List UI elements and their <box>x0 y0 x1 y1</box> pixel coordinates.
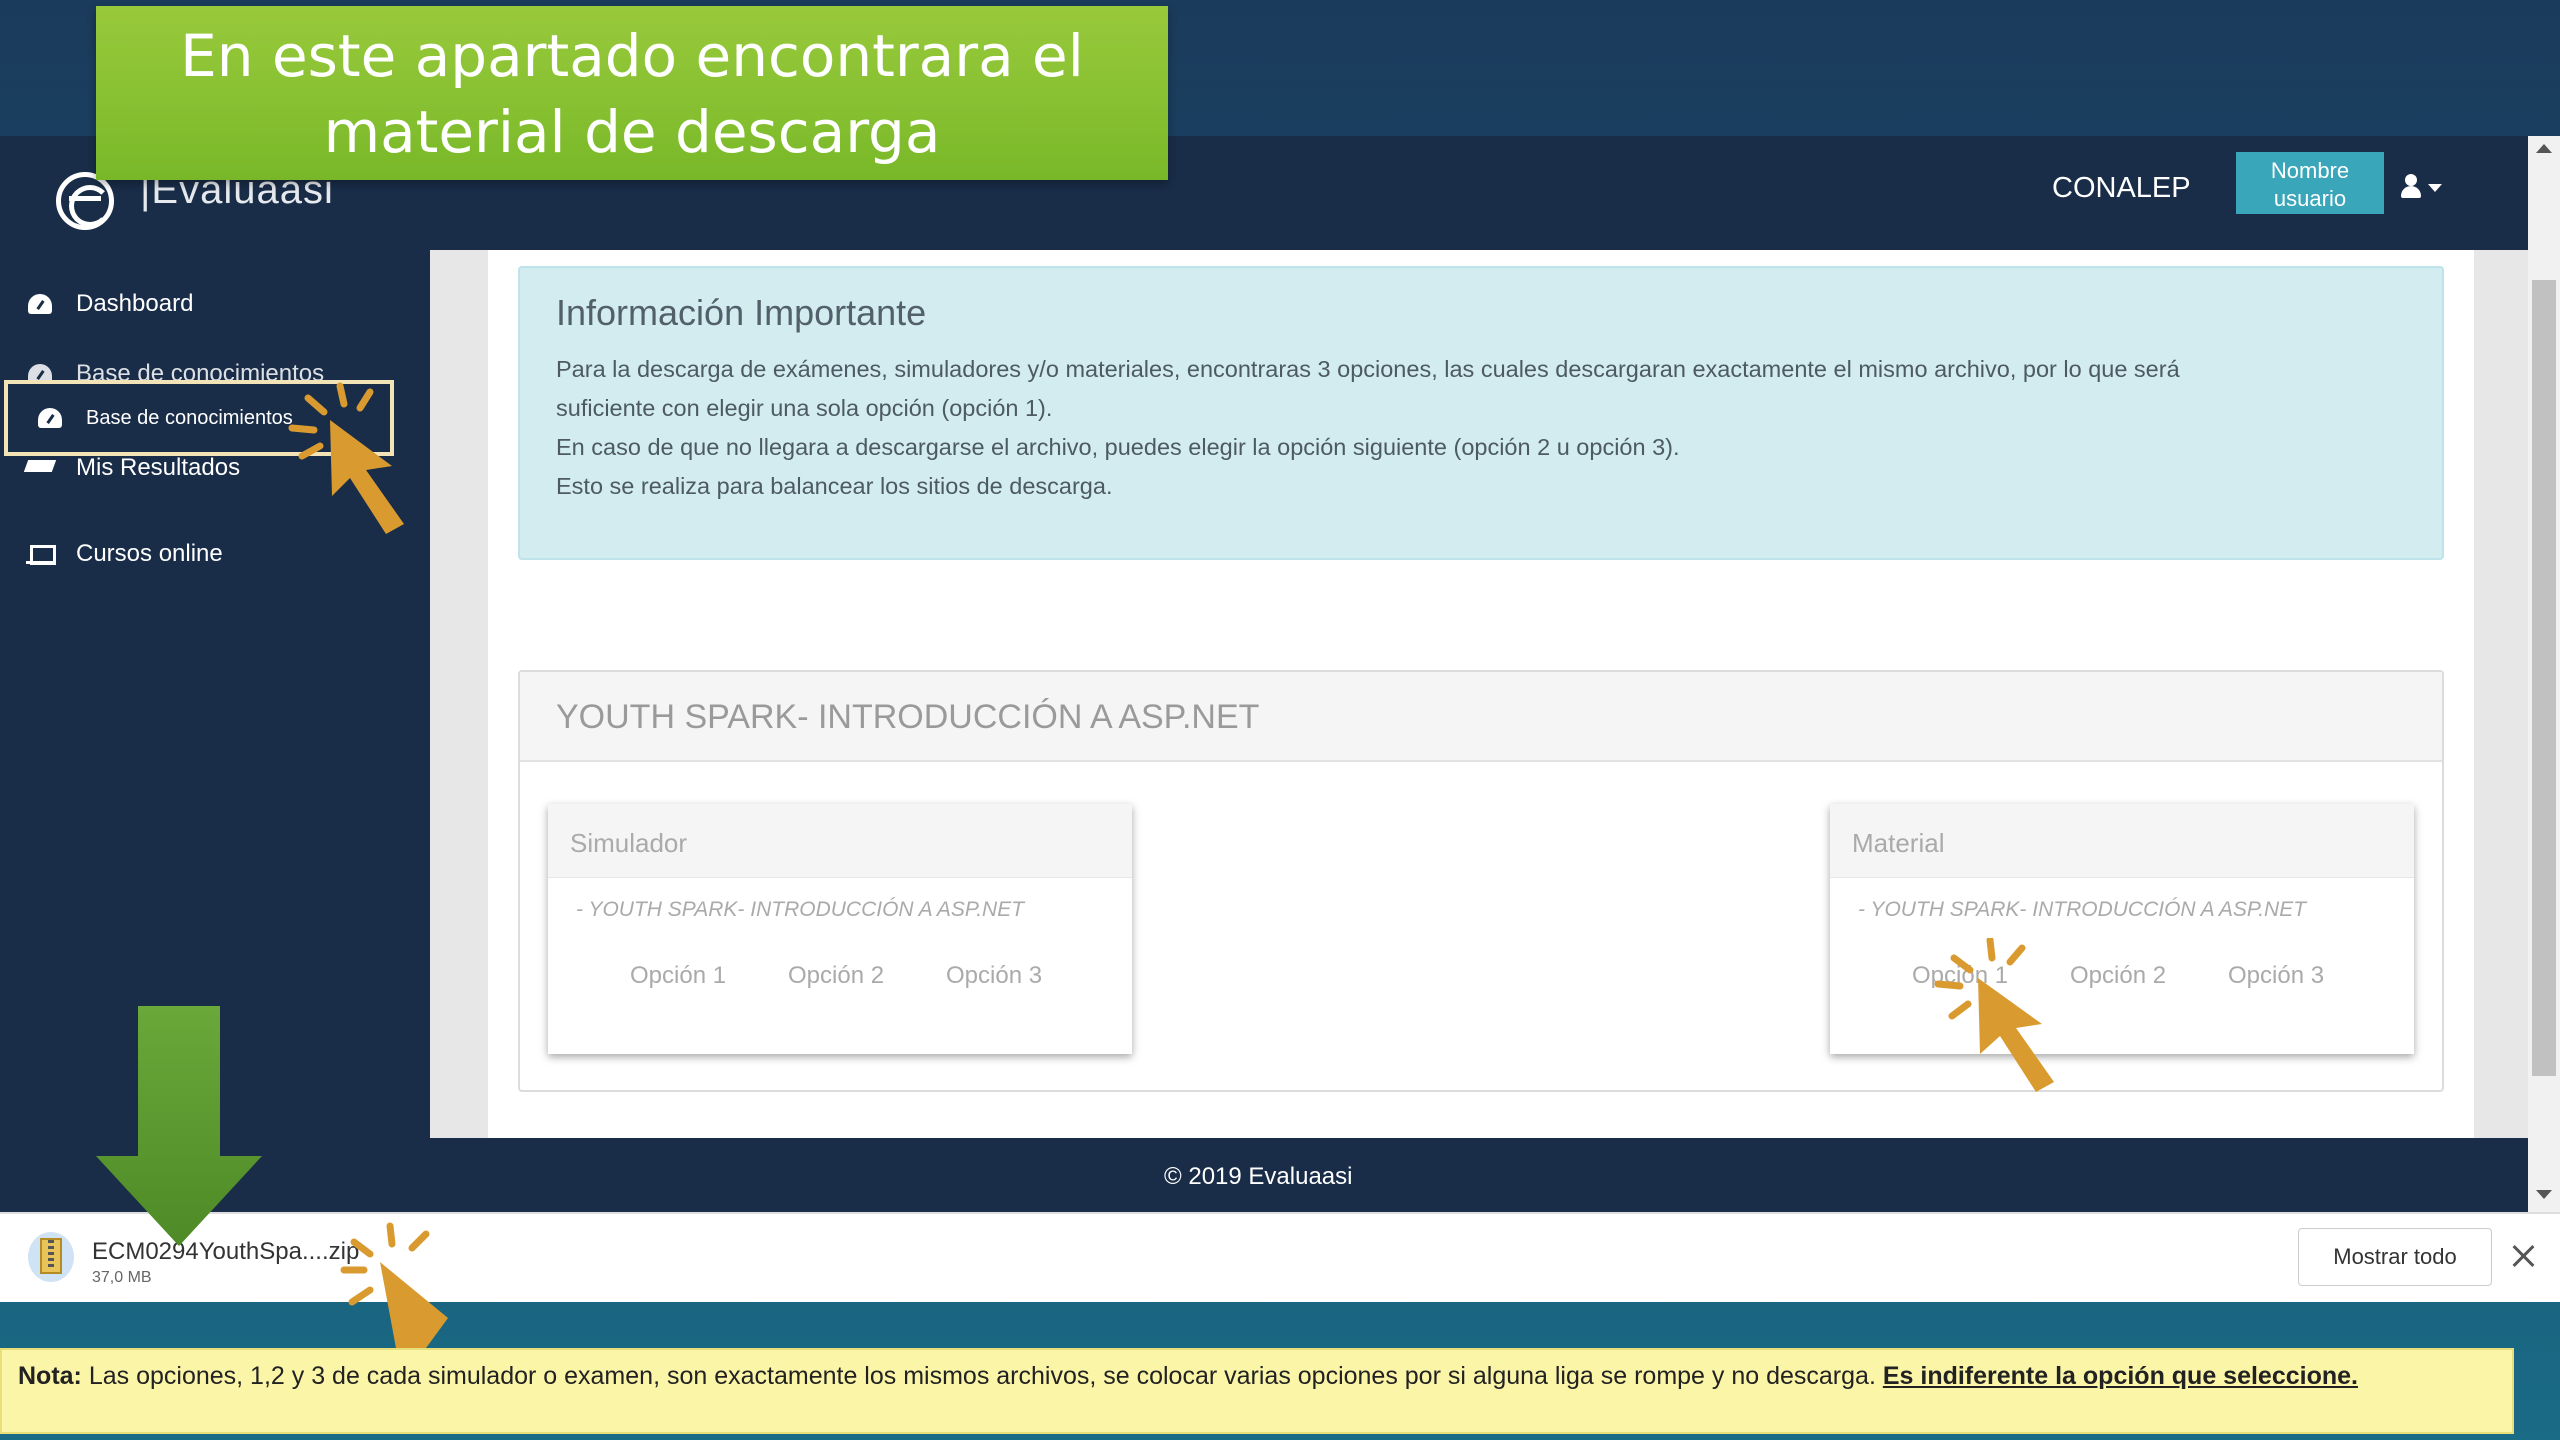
simulador-card: Simulador - YOUTH SPARK- INTRODUCCIÓN A … <box>548 804 1132 1054</box>
note-text: Nota: Las opciones, 1,2 y 3 de cada simu… <box>18 1362 2358 1391</box>
dashboard-icon <box>36 406 66 430</box>
banner-line-1: En este apartado encontrara el <box>180 22 1084 90</box>
material-option-3-link[interactable]: Opción 3 <box>2228 962 2324 990</box>
note-body: Las opciones, 1,2 y 3 de cada simulador … <box>81 1362 1883 1390</box>
dashboard-icon <box>26 292 56 316</box>
sidebar-item-label: Dashboard <box>76 290 194 317</box>
simulador-option-3-link[interactable]: Opción 3 <box>946 962 1042 990</box>
pointer-cursor-icon <box>1934 938 2054 1092</box>
card-subtitle: - YOUTH SPARK- INTRODUCCIÓN A ASP.NET <box>1858 898 2307 921</box>
graduation-cap-icon <box>26 456 56 480</box>
user-menu-icon[interactable] <box>2400 172 2422 200</box>
user-name-line2: usuario <box>2273 185 2347 211</box>
zip-file-icon[interactable] <box>28 1232 74 1282</box>
card-subtitle: - YOUTH SPARK- INTRODUCCIÓN A ASP.NET <box>576 898 1025 921</box>
info-line: suficiente con elegir una sola opción (o… <box>556 395 1053 421</box>
tutorial-banner-text: En este apartado encontrara el material … <box>96 18 1168 170</box>
simulador-option-1-link[interactable]: Opción 1 <box>630 962 726 990</box>
sidebar-item-mis-resultados[interactable]: Mis Resultados <box>26 454 240 482</box>
footer-copyright: © 2019 Evaluaasi <box>1164 1163 1353 1190</box>
close-icon[interactable] <box>2508 1240 2540 1272</box>
note-bar <box>0 1348 2514 1434</box>
scroll-up-arrow-icon[interactable] <box>2536 144 2552 153</box>
organization-name: CONALEP <box>2052 172 2191 204</box>
arrow-down-icon <box>96 1006 262 1246</box>
show-all-downloads-button[interactable]: Mostrar todo <box>2298 1228 2492 1286</box>
info-line: Para la descarga de exámenes, simuladore… <box>556 356 2180 382</box>
pointer-cursor-icon <box>340 1222 448 1348</box>
info-title: Información Importante <box>556 292 927 333</box>
download-file-size: 37,0 MB <box>92 1269 152 1286</box>
evaluaasi-logo-icon[interactable] <box>56 172 114 230</box>
scroll-down-arrow-icon[interactable] <box>2536 1190 2552 1199</box>
sidebar-item-cursos-online[interactable]: Cursos online <box>26 540 223 568</box>
sidebar-item-label: Cursos online <box>76 540 223 567</box>
pointer-cursor-icon <box>288 382 404 534</box>
chevron-down-icon[interactable] <box>2428 184 2442 192</box>
laptop-icon <box>26 542 56 566</box>
simulador-option-2-link[interactable]: Opción 2 <box>788 962 884 990</box>
sidebar-item-label: Mis Resultados <box>76 454 241 481</box>
sidebar-item-base-conocimientos-highlighted[interactable]: Base de conocimientos <box>36 406 293 430</box>
card-title: Simulador <box>570 828 688 858</box>
info-line: En caso de que no llegara a descargarse … <box>556 434 1680 460</box>
sidebar-item-dashboard[interactable]: Dashboard <box>26 290 193 318</box>
note-label: Nota: <box>18 1362 82 1390</box>
card-title: Material <box>1852 828 1945 858</box>
course-title: YOUTH SPARK- INTRODUCCIÓN A ASP.NET <box>556 698 1260 736</box>
info-line: Esto se realiza para balancear los sitio… <box>556 473 1113 499</box>
user-name-line1: Nombre <box>2270 157 2350 183</box>
note-emphasis: Es indiferente la opción que seleccione. <box>1882 1362 2358 1390</box>
scrollbar-thumb[interactable] <box>2532 280 2556 1076</box>
banner-line-2: material de descarga <box>323 98 941 166</box>
sidebar-item-label: Base de conocimientos <box>86 406 293 429</box>
user-name-button[interactable]: Nombre usuario <box>2236 152 2384 214</box>
page-footer <box>430 1138 2528 1212</box>
material-card: Material - YOUTH SPARK- INTRODUCCIÓN A A… <box>1830 804 2414 1054</box>
